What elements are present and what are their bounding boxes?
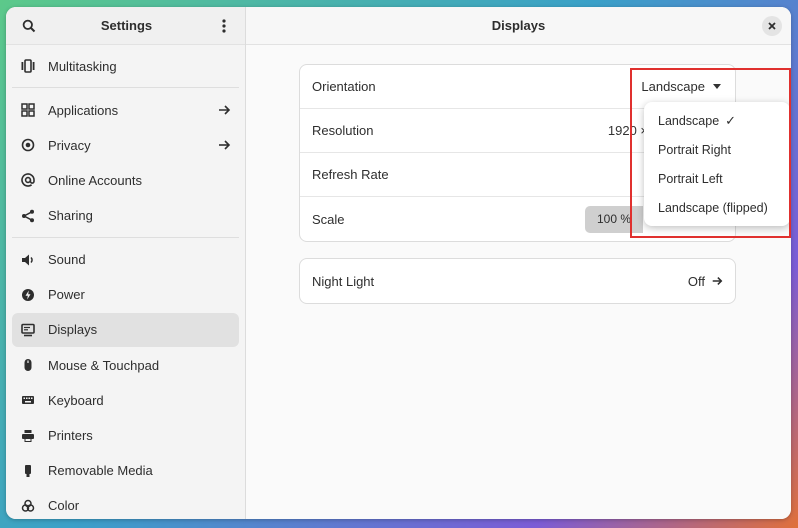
close-icon	[767, 19, 777, 34]
removable-media-icon	[20, 463, 36, 479]
night-light-status: Off	[688, 274, 723, 289]
multitasking-icon	[20, 58, 36, 74]
keyboard-icon	[20, 392, 36, 408]
menu-icon[interactable]	[213, 15, 235, 37]
applications-icon	[20, 102, 36, 118]
sidebar-item-printers[interactable]: Printers	[12, 419, 239, 453]
sidebar-header: Settings	[6, 7, 245, 45]
sidebar: Settings Multitasking Applications Priva…	[6, 7, 246, 519]
sidebar-list: Multitasking Applications Privacy Online…	[6, 45, 245, 519]
night-light-label: Night Light	[312, 273, 375, 289]
close-button[interactable]	[762, 16, 782, 36]
orientation-option-portrait-right[interactable]: Portrait Right	[644, 135, 790, 164]
scale-selector[interactable]: 100 %	[584, 205, 643, 233]
sidebar-item-applications[interactable]: Applications	[12, 93, 239, 127]
sidebar-item-label: Displays	[48, 322, 98, 338]
sidebar-item-label: Removable Media	[48, 463, 153, 479]
online-accounts-icon	[20, 172, 36, 188]
sidebar-item-mouse-touchpad[interactable]: Mouse & Touchpad	[12, 348, 239, 382]
sidebar-item-removable-media[interactable]: Removable Media	[12, 454, 239, 488]
resolution-value: 1920 ×	[607, 123, 648, 138]
sidebar-item-multitasking[interactable]: Multitasking	[12, 49, 239, 83]
orientation-value: Landscape	[641, 79, 705, 94]
sidebar-item-displays[interactable]: Displays	[12, 312, 239, 347]
main-content: Displays Orientation Landscape Resolutio…	[246, 7, 791, 519]
displays-icon	[20, 322, 36, 338]
option-label: Landscape (flipped)	[658, 200, 768, 215]
sidebar-item-label: Sound	[48, 252, 86, 268]
sidebar-item-keyboard[interactable]: Keyboard	[12, 383, 239, 417]
option-label: Portrait Right	[658, 142, 731, 157]
scale-option-100[interactable]: 100 %	[584, 205, 643, 233]
sidebar-item-label: Sharing	[48, 208, 93, 224]
resolution-label: Resolution	[312, 123, 374, 138]
caret-down-icon	[713, 84, 721, 89]
sidebar-item-color[interactable]: Color	[12, 489, 239, 519]
sidebar-item-sound[interactable]: Sound	[12, 243, 239, 277]
power-icon	[20, 287, 36, 303]
refresh-rate-label: Refresh Rate	[312, 167, 389, 182]
arrow-right-icon	[217, 138, 231, 152]
sidebar-item-label: Color	[48, 498, 80, 514]
arrow-right-icon	[711, 275, 723, 287]
search-icon[interactable]	[18, 15, 40, 37]
option-label: Portrait Left	[658, 171, 723, 186]
page-title: Displays	[491, 18, 546, 33]
sidebar-item-privacy[interactable]: Privacy	[12, 128, 239, 162]
orientation-label: Orientation	[312, 79, 376, 94]
sidebar-item-label: Mouse & Touchpad	[48, 357, 160, 373]
sidebar-separator	[12, 236, 239, 238]
sidebar-item-label: Privacy	[48, 137, 91, 153]
sound-icon	[20, 252, 36, 268]
orientation-option-landscape-flipped[interactable]: Landscape (flipped)	[644, 193, 790, 222]
color-icon	[20, 498, 36, 514]
main-header: Displays	[246, 7, 791, 45]
scale-label: Scale	[312, 211, 345, 227]
sidebar-item-label: Online Accounts	[48, 172, 142, 188]
printer-icon	[20, 428, 36, 444]
orientation-dropdown[interactable]: Landscape	[641, 79, 721, 94]
orientation-option-portrait-left[interactable]: Portrait Left	[644, 164, 790, 193]
sidebar-item-online-accounts[interactable]: Online Accounts	[12, 163, 239, 197]
privacy-icon	[20, 137, 36, 153]
sidebar-item-sharing[interactable]: Sharing	[12, 199, 239, 233]
arrow-right-icon	[217, 103, 231, 117]
sidebar-item-label: Power	[48, 287, 85, 303]
option-label: Landscape	[658, 113, 720, 128]
night-light-row[interactable]: Night Light Off	[300, 259, 735, 303]
checkmark-icon: ✓	[725, 112, 737, 128]
night-light-card: Night Light Off	[299, 258, 736, 304]
sidebar-item-label: Keyboard	[48, 392, 104, 408]
sidebar-title: Settings	[100, 18, 153, 33]
mouse-icon	[20, 357, 36, 373]
settings-window: Settings Multitasking Applications Priva…	[6, 7, 791, 519]
sidebar-item-label: Applications	[48, 102, 119, 118]
orientation-option-landscape[interactable]: Landscape ✓	[644, 106, 790, 135]
sharing-icon	[20, 208, 36, 224]
orientation-popover: Landscape ✓ Portrait Right Portrait Left…	[644, 102, 790, 226]
sidebar-separator	[12, 87, 239, 88]
sidebar-item-power[interactable]: Power	[12, 278, 239, 312]
night-light-value: Off	[687, 273, 705, 289]
sidebar-item-label: Printers	[48, 428, 93, 443]
sidebar-item-label: Multitasking	[48, 58, 117, 74]
